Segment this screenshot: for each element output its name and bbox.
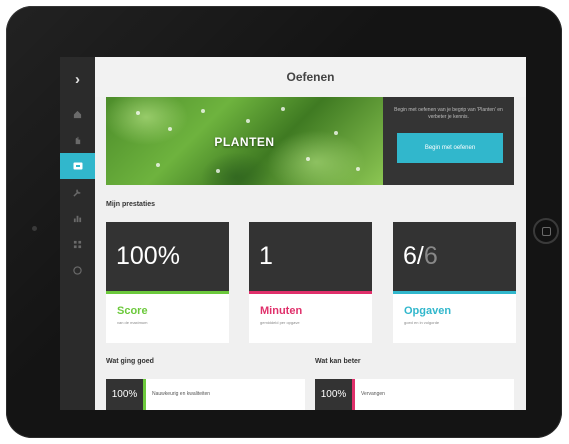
good-item-pct: 100% [106,379,143,410]
sidebar-item-practice[interactable] [60,153,95,179]
app-screen: › Oefenen PLANTEN Begin met oefenen van … [60,57,526,410]
water-drop [306,157,310,161]
sidebar-item-info[interactable] [60,257,95,283]
water-drop [356,167,360,171]
sidebar-item-chart[interactable] [60,205,95,231]
score-card: 100% Score van de maximum [106,222,229,343]
improve-title: Wat kan beter [315,358,361,365]
good-title: Wat ging goed [106,358,154,365]
sidebar-item-tools[interactable] [60,179,95,205]
start-practice-button[interactable]: Begin met oefenen [397,133,503,163]
hand-icon [75,136,81,144]
performance-title: Mijn prestaties [106,201,156,208]
banner-cta-panel: Begin met oefenen van je begrip van 'Pla… [383,97,514,185]
water-drop [201,109,205,113]
home-icon [73,110,82,118]
water-drop [281,107,285,111]
sidebar-expand-button[interactable]: › [60,57,95,101]
water-drop [136,111,140,115]
home-square-icon [541,226,551,236]
tasks-card: 6/6 Opgaven goed en in volgorde [393,222,516,343]
home-button[interactable] [533,218,559,244]
improve-item-pct: 100% [315,379,352,410]
tools-icon [73,188,81,197]
main-content: Oefenen PLANTEN Begin met oefenen van je… [95,57,526,410]
page-title: Oefenen [95,57,526,97]
banner-description: Begin met oefenen van je begrip van 'Pla… [394,107,503,120]
banner-title: PLANTEN [214,135,275,149]
good-item-text: Nauwkeurig en kwaliteiten [152,391,211,397]
water-drop [156,163,160,167]
sidebar-item-home[interactable] [60,101,95,127]
minutes-card: 1 Minuten gemiddeld per opgave [249,222,372,343]
chart-icon [73,215,82,222]
good-item[interactable]: 100% Nauwkeurig en kwaliteiten [106,379,305,410]
grid-icon [73,240,82,248]
tasks-value-faded: 6 [423,242,438,270]
tasks-value-main: 6/ [403,242,424,270]
water-drop [216,169,220,173]
minutes-label: Minuten [260,305,303,317]
tasks-sub: goed en in volgorde [404,320,440,325]
practice-icon [73,162,82,170]
topic-banner: PLANTEN Begin met oefenen van je begrip … [106,97,514,185]
improve-item[interactable]: 100% Vervangen [315,379,514,410]
score-label: Score [117,305,148,317]
improve-item-text: Vervangen [361,391,385,397]
info-icon [73,265,82,275]
minutes-sub: gemiddeld per opgave [260,320,300,325]
tablet-frame: › Oefenen PLANTEN Begin met oefenen van … [6,6,562,438]
score-sub: van de maximum [117,320,148,325]
good-item-accent [143,379,146,410]
water-drop [168,127,172,131]
tasks-label: Opgaven [404,305,452,317]
sidebar: › [60,57,95,410]
banner-image: PLANTEN [106,97,383,185]
sidebar-item-grid[interactable] [60,231,95,257]
improve-item-accent [352,379,355,410]
camera-dot [32,226,37,231]
sidebar-item-hand[interactable] [60,127,95,153]
water-drop [246,119,250,123]
tasks-value: 6/6 [393,222,516,291]
score-value: 100% [106,222,229,291]
minutes-value: 1 [249,222,372,291]
